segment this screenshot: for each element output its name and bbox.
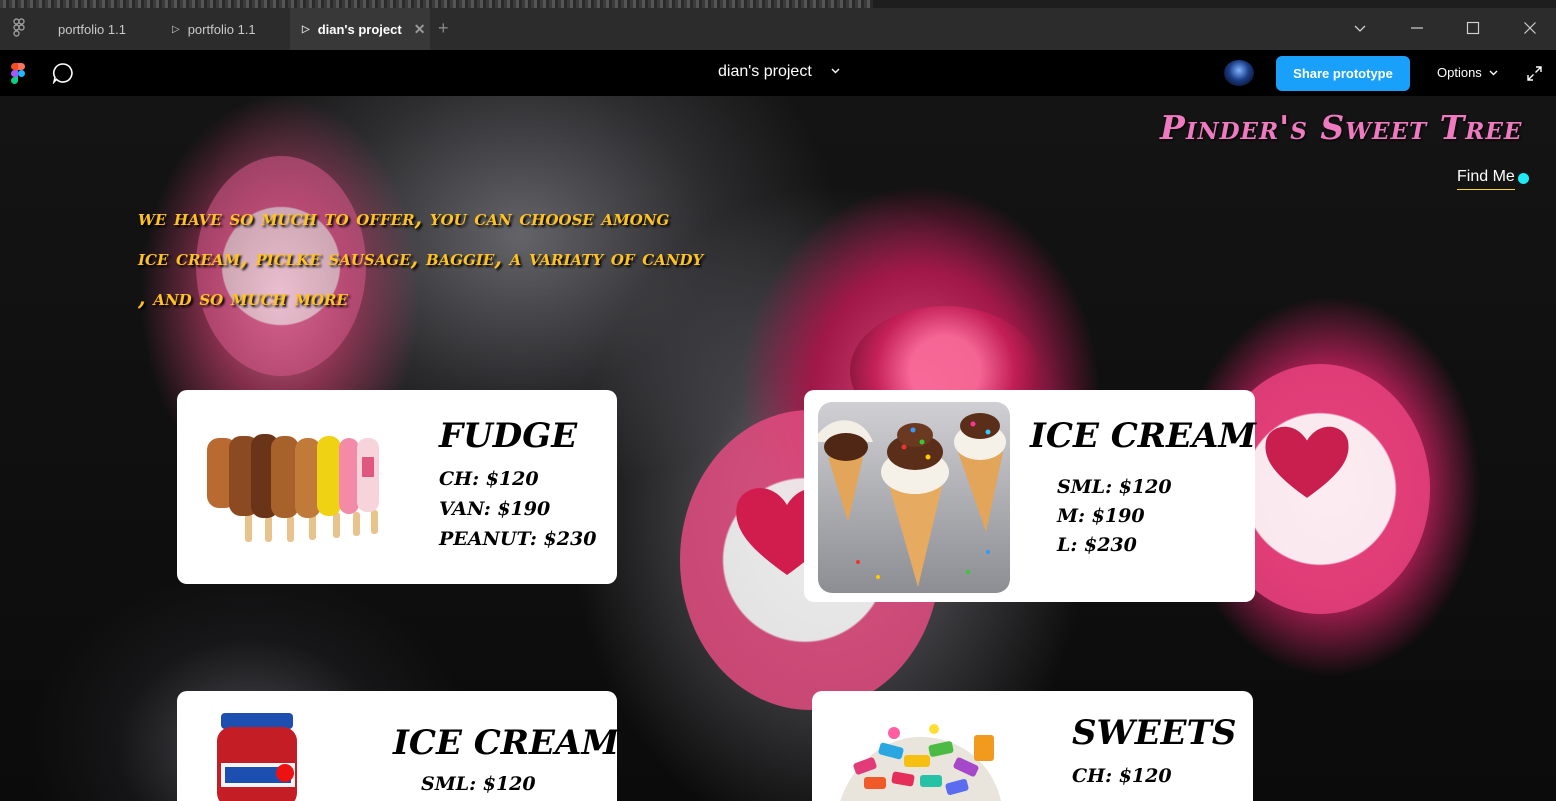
product-card-ice-cream[interactable]: ICE CREAM SML: $120 M: $190 L: $230	[804, 390, 1256, 602]
tab-dians-project[interactable]: ▷ dian's project ✕	[290, 8, 430, 50]
intro-line: We have so much to offer, you can choose…	[138, 205, 670, 231]
figma-menu-icon[interactable]	[8, 17, 30, 39]
price-item: SML: $120	[1057, 476, 1172, 498]
window-titlebar: portfolio 1.1 ▷ portfolio 1.1 ▷ dian's p…	[0, 0, 1556, 50]
popsicles-image	[207, 434, 379, 542]
find-me-link[interactable]: Find Me	[1457, 168, 1515, 190]
add-tab-icon[interactable]: +	[438, 18, 449, 38]
tab-portfolio-prototype[interactable]: ▷ portfolio 1.1	[164, 8, 288, 50]
product-card-ice-cream-2[interactable]: ICE CREAM SML: $120	[177, 691, 619, 801]
red-candy-jar-image	[217, 713, 297, 801]
chevron-down-icon	[1489, 70, 1498, 76]
status-dot	[1518, 173, 1529, 184]
card-title: ICE CREAM	[393, 723, 619, 763]
price-item: PEANUT: $230	[439, 528, 597, 550]
intro-line: ice cream, piclke sausage, baggie, a var…	[138, 245, 704, 271]
card-title: FUDGE	[439, 416, 578, 456]
price-item: SML: $120	[421, 773, 536, 795]
price-item: CH: $120	[439, 468, 539, 490]
intro-text: We have so much to offer, you can choose…	[138, 198, 858, 318]
options-label: Options	[1437, 65, 1482, 80]
tab-portfolio-file[interactable]: portfolio 1.1	[44, 8, 164, 50]
play-icon: ▷	[302, 23, 310, 35]
prototype-toolbar: dian's project Share prototype Options	[0, 50, 1556, 96]
chevron-down-icon[interactable]	[831, 66, 840, 78]
card-title: ICE CREAM	[1030, 416, 1256, 456]
comment-icon[interactable]	[52, 62, 74, 84]
price-item: L: $230	[1057, 534, 1137, 556]
options-menu[interactable]: Options	[1437, 65, 1498, 80]
tab-label: portfolio 1.1	[187, 21, 256, 37]
maximize-icon[interactable]	[1458, 15, 1488, 45]
play-icon: ▷	[172, 23, 180, 35]
candy-pile-image	[840, 724, 1001, 801]
minimize-icon[interactable]	[1402, 15, 1432, 45]
background-photo-strip	[0, 0, 873, 8]
price-item: CH: $120	[1072, 765, 1172, 787]
heart-decoration	[1265, 426, 1349, 498]
avatar[interactable]	[1224, 60, 1254, 86]
price-item: M: $190	[1057, 505, 1145, 527]
close-tab-icon[interactable]: ✕	[414, 21, 426, 38]
prototype-canvas: Pinder's Sweet Tree Find Me We have so m…	[0, 96, 1556, 801]
chevron-down-icon[interactable]	[1345, 15, 1375, 45]
card-title: SWEETS	[1072, 713, 1237, 753]
ice-cream-cones-image	[818, 402, 1010, 593]
tab-label: portfolio 1.1	[58, 21, 126, 37]
close-window-icon[interactable]	[1515, 15, 1545, 45]
price-item: VAN: $190	[439, 498, 551, 520]
intro-line: , and so much more	[138, 285, 348, 311]
tab-label: dian's project	[317, 21, 402, 37]
project-title[interactable]: dian's project	[718, 63, 812, 81]
share-prototype-button[interactable]: Share prototype	[1276, 56, 1410, 91]
site-title: Pinder's Sweet Tree	[1160, 108, 1523, 147]
figma-logo-icon[interactable]	[11, 63, 25, 84]
background-window-strip	[0, 0, 1556, 8]
fullscreen-icon[interactable]	[1526, 65, 1543, 82]
product-card-sweets[interactable]: SWEETS CH: $120	[812, 691, 1253, 801]
product-card-fudge[interactable]: FUDGE CH: $120 VAN: $190 PEANUT: $230	[177, 390, 617, 584]
